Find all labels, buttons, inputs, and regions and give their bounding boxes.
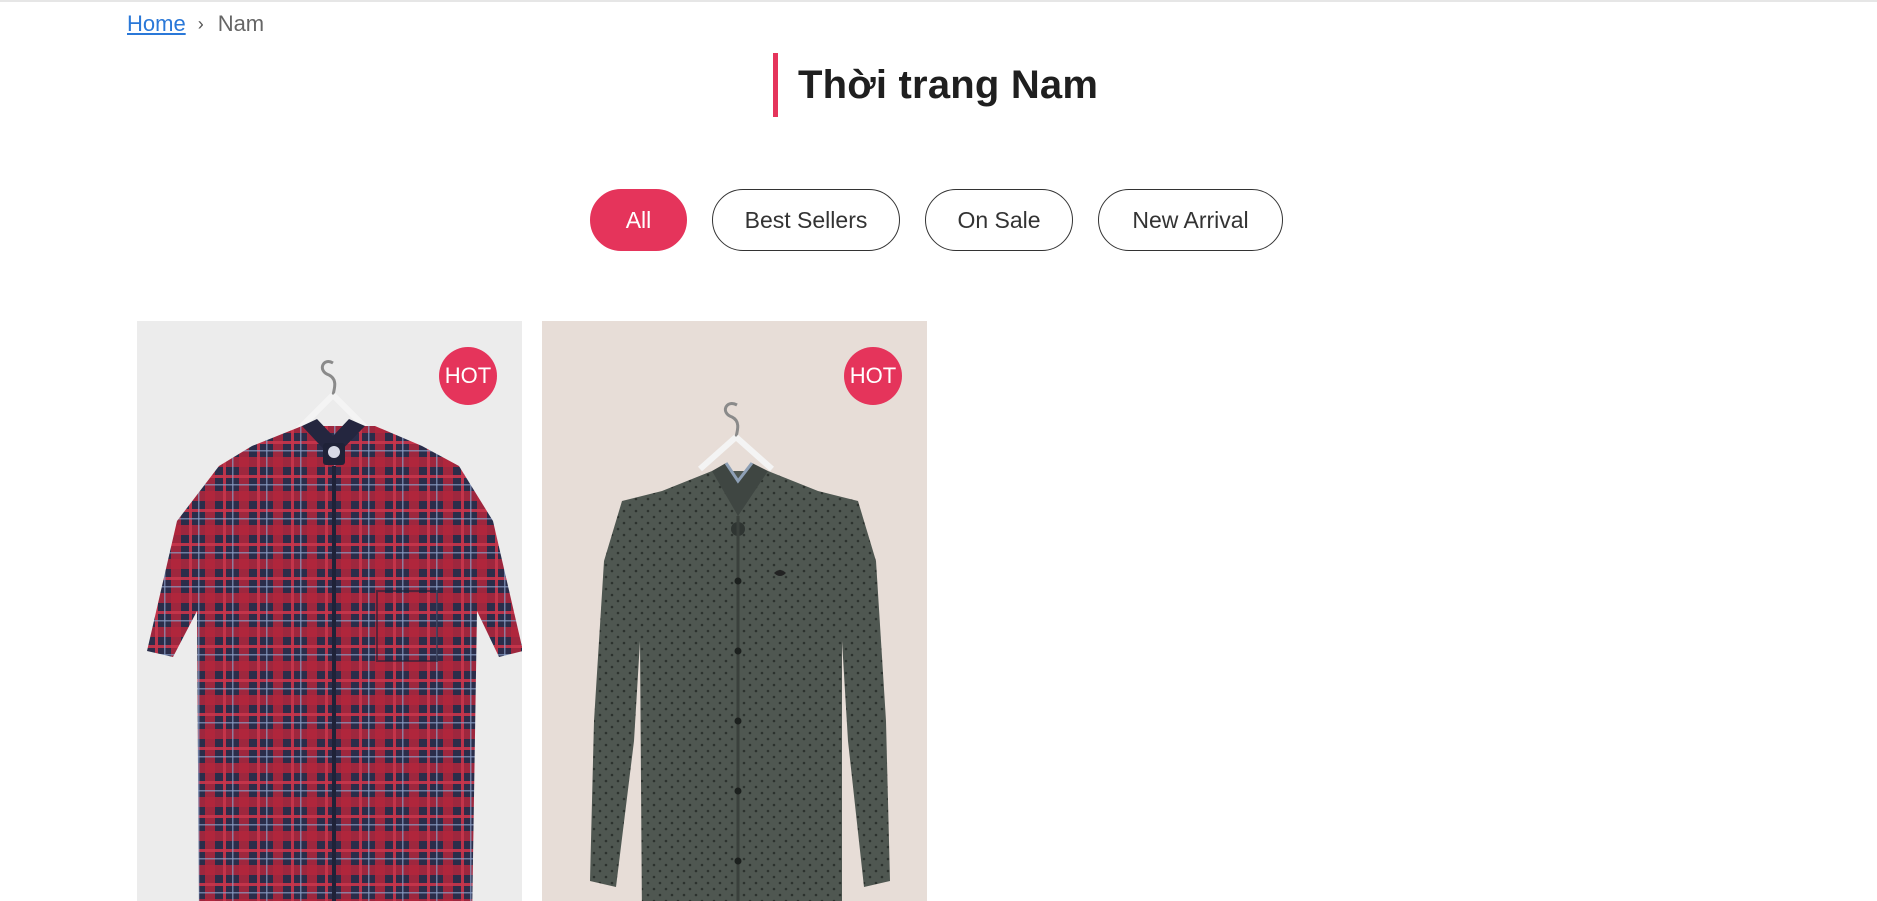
page: Home › Nam Thời trang Nam All Best Selle… (0, 0, 1877, 901)
breadcrumb-home-link[interactable]: Home (127, 10, 186, 38)
plaid-short-sleeve-shirt-image[interactable] (137, 321, 522, 901)
top-divider (0, 0, 1877, 2)
filter-on-sale-button[interactable]: On Sale (925, 189, 1073, 251)
chevron-right-icon: › (197, 14, 204, 34)
hot-badge: HOT (439, 347, 497, 405)
product-card[interactable]: HOT (137, 321, 522, 901)
breadcrumb: Home › Nam (127, 10, 264, 38)
gray-long-sleeve-shirt-image[interactable] (542, 321, 927, 901)
breadcrumb-current: Nam (217, 11, 265, 36)
filter-best-sellers-button[interactable]: Best Sellers (712, 189, 900, 251)
title-accent-bar (773, 53, 778, 117)
page-title-block: Thời trang Nam (773, 53, 1098, 117)
product-card[interactable]: HOT (542, 321, 927, 901)
page-title: Thời trang Nam (798, 62, 1099, 107)
filter-tabs: All Best Sellers On Sale New Arrival (0, 189, 1877, 251)
hot-badge: HOT (844, 347, 902, 405)
filter-new-arrival-button[interactable]: New Arrival (1098, 189, 1283, 251)
filter-all-button[interactable]: All (590, 189, 687, 251)
